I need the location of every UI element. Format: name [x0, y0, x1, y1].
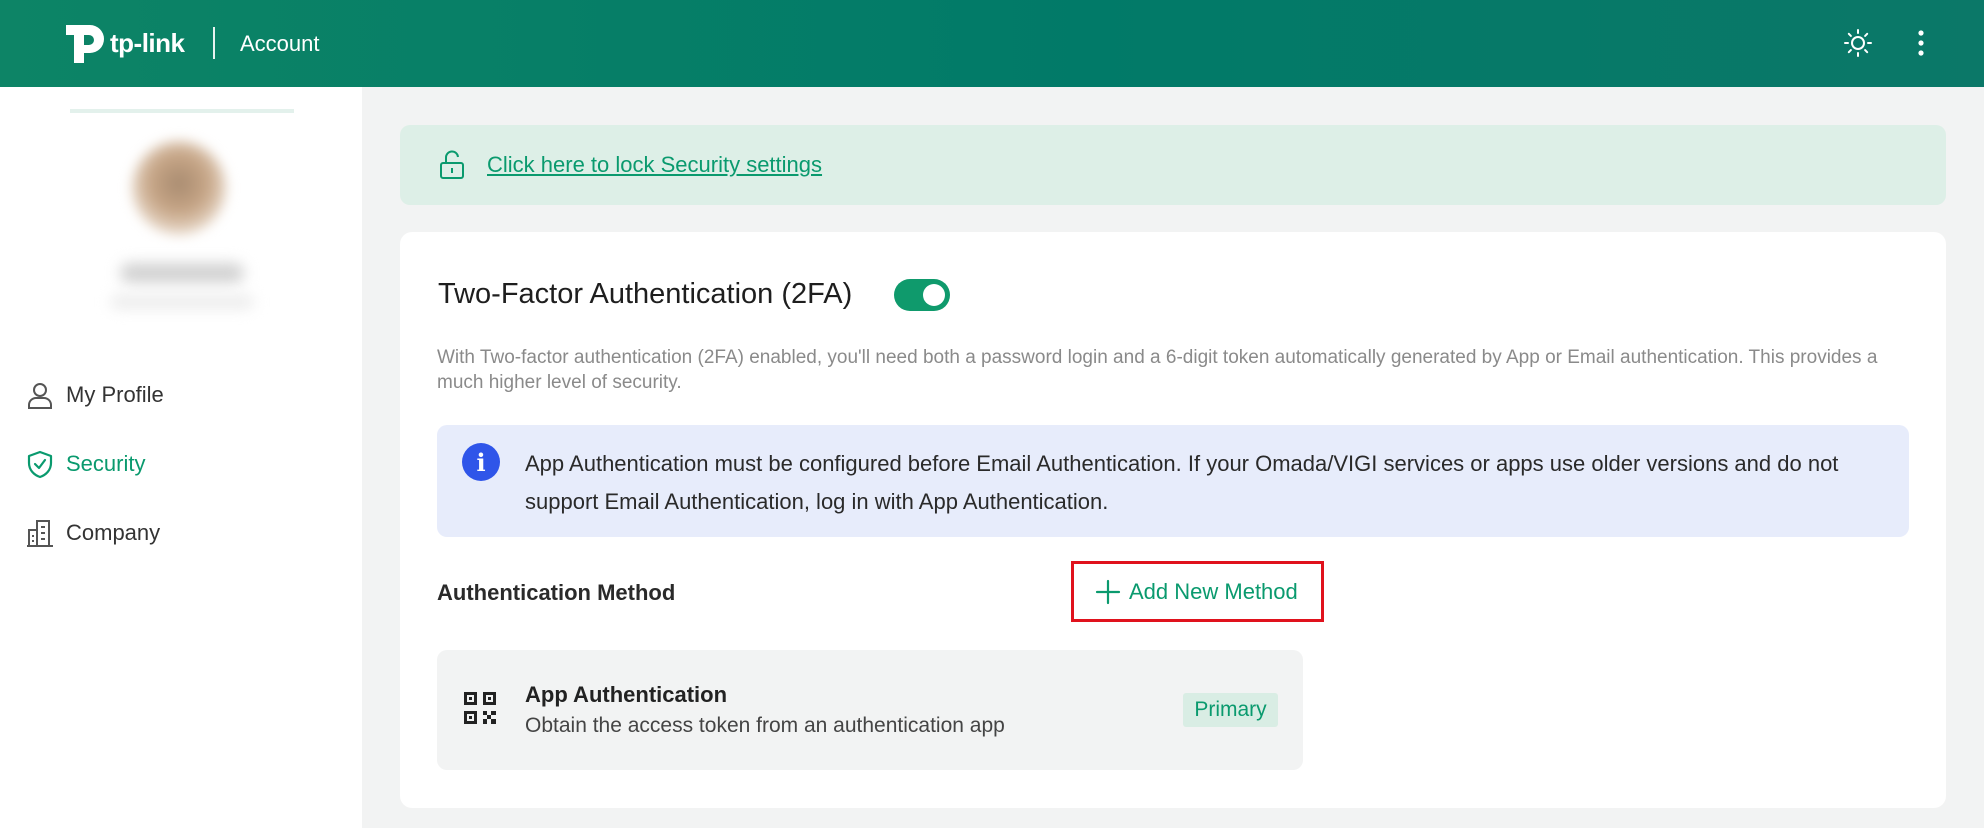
tp-link-logo-icon	[66, 25, 104, 63]
shield-check-icon	[24, 448, 56, 480]
sidebar-item-my-profile[interactable]: My Profile	[24, 375, 344, 415]
primary-badge: Primary	[1183, 693, 1278, 727]
plus-icon	[1095, 579, 1121, 604]
unlock-icon	[438, 150, 466, 185]
building-icon	[24, 517, 56, 549]
info-text: App Authentication must be configured be…	[525, 451, 1839, 514]
more-vertical-icon[interactable]	[1904, 26, 1938, 60]
info-icon: i	[462, 443, 500, 481]
tp-link-logo[interactable]: tp-link	[62, 21, 185, 65]
header-divider	[213, 27, 215, 59]
avatar	[132, 141, 226, 235]
info-notice: i App Authentication must be configured …	[437, 425, 1909, 537]
authentication-method-label: Authentication Method	[437, 580, 676, 605]
toggle-knob	[923, 284, 945, 306]
blurred-username	[120, 263, 244, 283]
header-title: Account	[240, 31, 320, 56]
method-subtitle: Obtain the access token from an authenti…	[525, 714, 1005, 737]
sidebar-item-label: My Profile	[66, 382, 164, 407]
sidebar: My Profile Security Company	[0, 87, 362, 828]
add-new-method-label: Add New Method	[1129, 578, 1298, 604]
logo-text: tp-link	[110, 27, 185, 58]
method-title: App Authentication	[525, 682, 728, 707]
sidebar-item-company[interactable]: Company	[24, 513, 344, 553]
method-app-authentication[interactable]: App Authentication Obtain the access tok…	[437, 650, 1303, 770]
tfa-toggle[interactable]	[894, 279, 950, 311]
top-header: tp-link Account	[0, 0, 1984, 87]
sidebar-item-security[interactable]: Security	[24, 444, 344, 484]
sidebar-item-label: Company	[66, 520, 161, 545]
tfa-description: With Two-factor authentication (2FA) ena…	[437, 347, 1878, 393]
profile-card	[70, 109, 294, 319]
sun-icon[interactable]	[1841, 26, 1875, 60]
qr-code-icon	[464, 692, 496, 724]
user-icon	[24, 379, 56, 411]
tfa-title: Two-Factor Authentication (2FA)	[438, 278, 853, 310]
blurred-email	[110, 295, 254, 309]
sidebar-item-label: Security	[66, 451, 146, 476]
lock-security-link[interactable]: Click here to lock Security settings	[487, 152, 822, 178]
lock-security-banner: Click here to lock Security settings	[400, 125, 1946, 205]
add-new-method-button[interactable]: Add New Method	[1071, 561, 1324, 622]
